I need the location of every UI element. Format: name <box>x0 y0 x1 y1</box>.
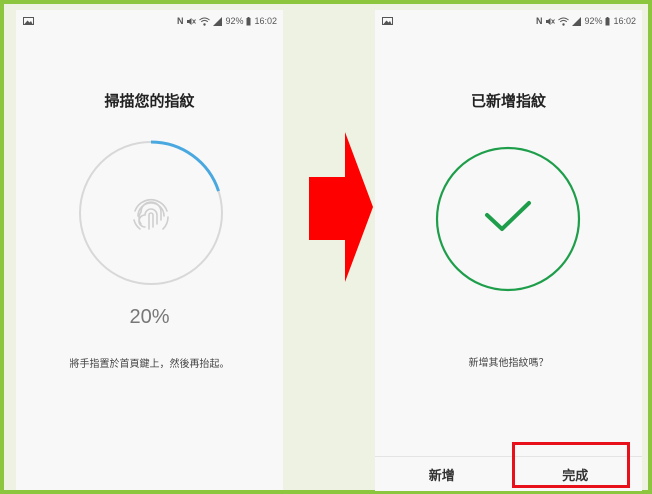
nfc-icon: N <box>535 16 543 26</box>
page-title: 掃描您的指紋 <box>104 92 195 110</box>
battery-icon <box>605 16 610 25</box>
bottom-action-bar: 新增 完成 <box>375 456 642 491</box>
mute-icon <box>546 17 556 25</box>
page-title: 已新增指紋 <box>470 92 546 110</box>
progress-arc <box>150 140 220 192</box>
checkmark-icon <box>485 201 531 231</box>
add-button[interactable]: 新增 <box>375 457 509 491</box>
done-button[interactable]: 完成 <box>509 457 643 491</box>
wifi-icon <box>558 17 570 26</box>
scan-progress-ring <box>79 140 223 285</box>
signal-icon <box>572 16 582 26</box>
battery-icon <box>246 16 251 25</box>
signal-icon <box>213 16 223 26</box>
add-another-question: 新增其他指紋嗎？ <box>468 358 549 369</box>
status-bar: N 92% 16:02 <box>16 10 283 32</box>
screenshot-frame: N 92% 16:02 掃描您的指紋 20% 將手指置於首頁鍵上，然後再抬起。 … <box>0 0 652 494</box>
battery-percent: 92% <box>584 16 603 26</box>
mute-icon <box>187 17 197 25</box>
nfc-icon: N <box>176 16 184 26</box>
clock: 16:02 <box>613 16 636 26</box>
scan-instruction: 將手指置於首頁鍵上，然後再抬起。 <box>69 359 230 370</box>
gallery-notification-icon <box>23 17 34 25</box>
wifi-icon <box>199 17 211 26</box>
fingerprint-icon <box>133 198 169 230</box>
phone-screen-scanning: N 92% 16:02 掃描您的指紋 20% 將手指置於首頁鍵上，然後再抬起。 <box>16 10 283 490</box>
progress-percent: 20% <box>129 306 170 328</box>
success-ring <box>435 146 581 292</box>
gallery-notification-icon <box>382 17 393 25</box>
battery-percent: 92% <box>225 16 244 26</box>
red-arrow-icon <box>309 132 373 282</box>
clock: 16:02 <box>254 16 277 26</box>
status-bar: N 92% 16:02 <box>375 10 642 32</box>
phone-screen-added: N 92% 16:02 已新增指紋 新增其他指紋嗎？ 新增 完成 <box>375 10 642 491</box>
